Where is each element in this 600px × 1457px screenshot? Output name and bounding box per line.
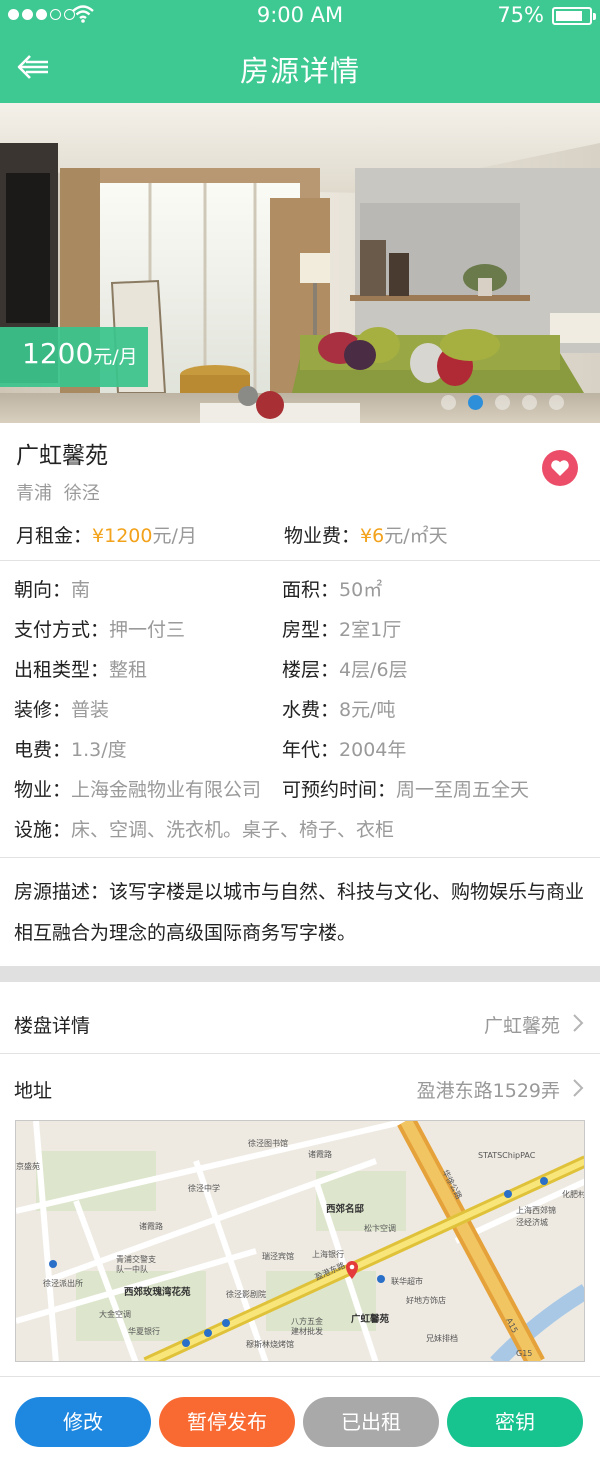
map-label: 西郊玫瑰湾花苑 [124, 1287, 191, 1298]
map-label: 徐泾派出所 [43, 1279, 83, 1288]
map-label: 上海西郊锦 [516, 1206, 556, 1215]
attr-floor: 楼层：4层/6层 [282, 659, 408, 681]
listing-attributes: 朝向：南 面积：50㎡ 支付方式：押一付三 房型：2室1厅 出租类型：整租 楼层… [0, 562, 600, 858]
map-label: 华夏银行 [128, 1327, 160, 1336]
carousel-dot[interactable] [495, 395, 510, 410]
price-amount: 1200 [22, 337, 94, 370]
estate-detail-value: 广虹馨苑 [483, 1015, 560, 1037]
estate-detail-row[interactable]: 楼盘详情 广虹馨苑 [0, 988, 600, 1054]
chevron-right-icon [573, 1014, 584, 1032]
map-label: 诸霞路 [139, 1222, 163, 1231]
map-label: 建材批发 [291, 1327, 323, 1336]
area-name: 徐泾 [63, 483, 100, 504]
listing-photo-carousel[interactable]: 1200元/月 [0, 103, 600, 423]
map-label: 徐泾中学 [188, 1184, 220, 1193]
map-label: 京盛苑 [16, 1162, 40, 1171]
battery-icon [552, 7, 596, 25]
map-label: 上海银行 [312, 1250, 344, 1259]
fee-label: 物业费： [284, 525, 361, 547]
mark-rented-button[interactable]: 已出租 [303, 1397, 439, 1447]
favorite-button[interactable] [542, 450, 578, 486]
map-label: 西郊名邸 [326, 1204, 365, 1215]
map-label: 诸霞路 [308, 1150, 332, 1159]
attr-visit-time: 可预约时间：周一至周五全天 [282, 779, 530, 801]
map-label: G15 [516, 1349, 533, 1358]
attr-water: 水费：8元/吨 [282, 699, 396, 721]
price-tag: 1200元/月 [0, 327, 148, 387]
listing-summary: 广虹馨苑 青浦 徐泾 月租金：¥1200元/月 物业费：¥6元/㎡天 [0, 423, 600, 561]
chevron-right-icon [573, 1079, 584, 1097]
status-bar: 9:00 AM 75% [0, 0, 600, 32]
map-label: 化肥村 [562, 1190, 585, 1199]
attr-rent-type: 出租类型：整租 [14, 659, 148, 681]
rent-unit: 元/月 [152, 525, 197, 547]
map-label: 队一中队 [116, 1265, 148, 1274]
map-label: 兄妹排档 [426, 1334, 458, 1343]
estate-name: 广虹馨苑 [16, 443, 108, 469]
map-label: 徐泾影剧院 [226, 1290, 266, 1299]
map-label: STATSChipPAC [478, 1151, 536, 1160]
address-value: 盈港东路1529弄 [416, 1080, 560, 1102]
carousel-dot[interactable] [441, 395, 456, 410]
address-label: 地址 [14, 1080, 53, 1102]
attr-layout: 房型：2室1厅 [282, 619, 402, 641]
attr-facilities: 设施：床、空调、洗衣机。桌子、椅子、衣柜 [14, 819, 395, 841]
fee-unit: 元/㎡天 [384, 525, 448, 547]
section-divider [0, 966, 600, 982]
carousel-dot-active[interactable] [468, 395, 483, 410]
map-label: 大金空调 [99, 1310, 131, 1319]
attr-year: 年代：2004年 [282, 739, 407, 761]
address-row[interactable]: 地址 盈港东路1529弄 [0, 1053, 600, 1119]
attr-area: 面积：50㎡ [282, 579, 383, 601]
attr-orientation: 朝向：南 [14, 579, 91, 601]
carousel-dot[interactable] [522, 395, 537, 410]
attr-payment: 支付方式：押一付三 [14, 619, 186, 641]
rent-label: 月租金： [16, 525, 93, 547]
map-label: 泾经济城 [516, 1218, 548, 1227]
estate-detail-label: 楼盘详情 [14, 1015, 91, 1037]
listing-description: 房源描述：该写字楼是以城市与自然、科技与文化、购物娱乐与商业相互融合为理念的高级… [14, 881, 585, 944]
estate-location: 青浦 徐泾 [16, 479, 100, 505]
map-label: 好地方饰店 [406, 1296, 446, 1305]
action-bar: 修改 暂停发布 已出租 密钥 [0, 1376, 600, 1457]
fee-value: ¥6 [360, 525, 385, 547]
key-button[interactable]: 密钥 [447, 1397, 583, 1447]
rent-and-fee: 月租金：¥1200元/月 物业费：¥6元/㎡天 [16, 521, 586, 548]
map-label: 徐泾图书馆 [248, 1139, 288, 1148]
location-map[interactable]: 徐泾图书馆 诸霞路 京盛苑 徐泾中学 西郊名邸 STATSChipPAC 上海西… [15, 1120, 585, 1362]
price-unit: 元/月 [93, 346, 138, 368]
map-label: 广虹馨苑 [351, 1314, 390, 1325]
carousel-dot[interactable] [549, 395, 564, 410]
edit-button[interactable]: 修改 [15, 1397, 151, 1447]
heart-icon [551, 460, 569, 476]
pause-publish-button[interactable]: 暂停发布 [159, 1397, 295, 1447]
map-label: 瑞泾宾馆 [262, 1252, 294, 1261]
page-title: 房源详情 [239, 54, 360, 88]
attr-electric: 电费：1.3/度 [14, 739, 127, 761]
app-header: 9:00 AM 75% 房源详情 [0, 0, 600, 103]
map-label: 松卞空调 [364, 1224, 396, 1233]
map-label: 联华超市 [391, 1277, 423, 1286]
rent-value: ¥1200 [92, 525, 153, 547]
attr-property-company: 物业：上海金融物业有限公司 [14, 779, 262, 801]
map-label: 穆斯林烧烤馆 [246, 1340, 294, 1349]
attr-decoration: 装修：普装 [14, 699, 110, 721]
district-name: 青浦 [16, 483, 52, 504]
carousel-indicator[interactable] [441, 395, 564, 410]
battery-percent: 75% [497, 3, 544, 27]
